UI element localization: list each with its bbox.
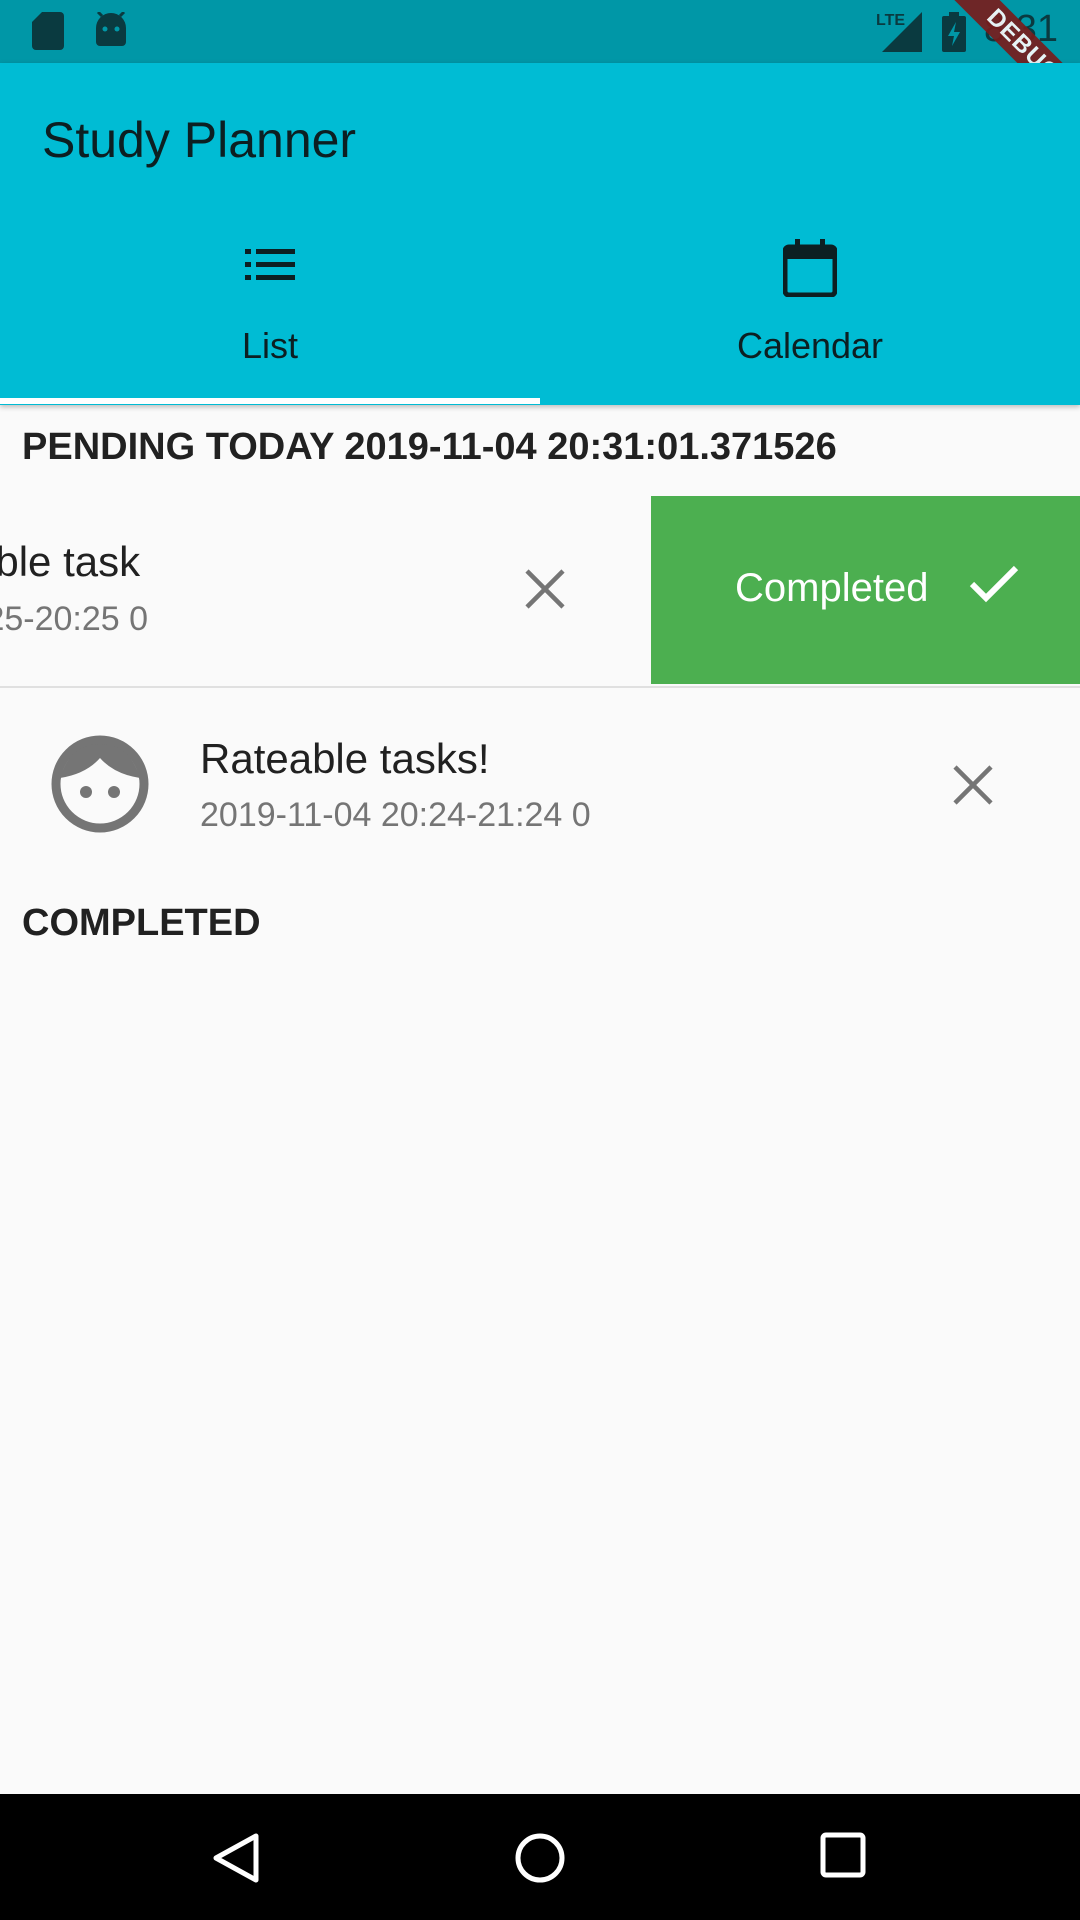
face-icon — [51, 735, 149, 833]
back-icon[interactable] — [212, 1832, 260, 1884]
close-icon[interactable] — [524, 568, 566, 610]
list-item[interactable]: able task :25-20:25 0 Completed — [0, 496, 1080, 688]
tab-list[interactable]: List — [0, 63, 540, 405]
pending-header: PENDING TODAY 2019-11-04 20:31:01.371526 — [22, 426, 837, 468]
complete-label: Completed — [735, 566, 929, 610]
list-icon — [245, 249, 295, 280]
status-bar: LTE 8:31 DEBUG — [0, 0, 1080, 139]
tab-indicator — [0, 398, 540, 404]
close-icon[interactable] — [952, 764, 994, 806]
task-title: Rateable tasks! — [200, 735, 490, 782]
task-subtitle: :25-20:25 0 — [0, 600, 149, 638]
home-icon[interactable] — [514, 1832, 566, 1884]
tab-calendar-label: Calendar — [736, 325, 884, 366]
battery-charging-icon — [942, 12, 966, 52]
completed-header: COMPLETED — [22, 902, 261, 944]
android-icon — [96, 12, 126, 46]
task-title: able task — [0, 538, 141, 585]
signal-icon — [882, 12, 922, 52]
tab-list-label: List — [241, 325, 299, 366]
tab-calendar[interactable]: Calendar — [540, 63, 1080, 405]
complete-swipe-action[interactable]: Completed — [651, 496, 1080, 684]
sd-card-icon — [32, 12, 64, 50]
navigation-bar — [0, 1794, 1080, 1920]
task-subtitle: 2019-11-04 20:24-21:24 0 — [200, 796, 591, 834]
calendar-icon — [783, 239, 837, 297]
app-bar: Study Planner List Calendar — [0, 63, 1080, 405]
check-icon — [969, 565, 1019, 603]
list-item[interactable]: Rateable tasks! 2019-11-04 20:24-21:24 0 — [0, 690, 1080, 880]
recents-icon[interactable] — [820, 1832, 866, 1878]
